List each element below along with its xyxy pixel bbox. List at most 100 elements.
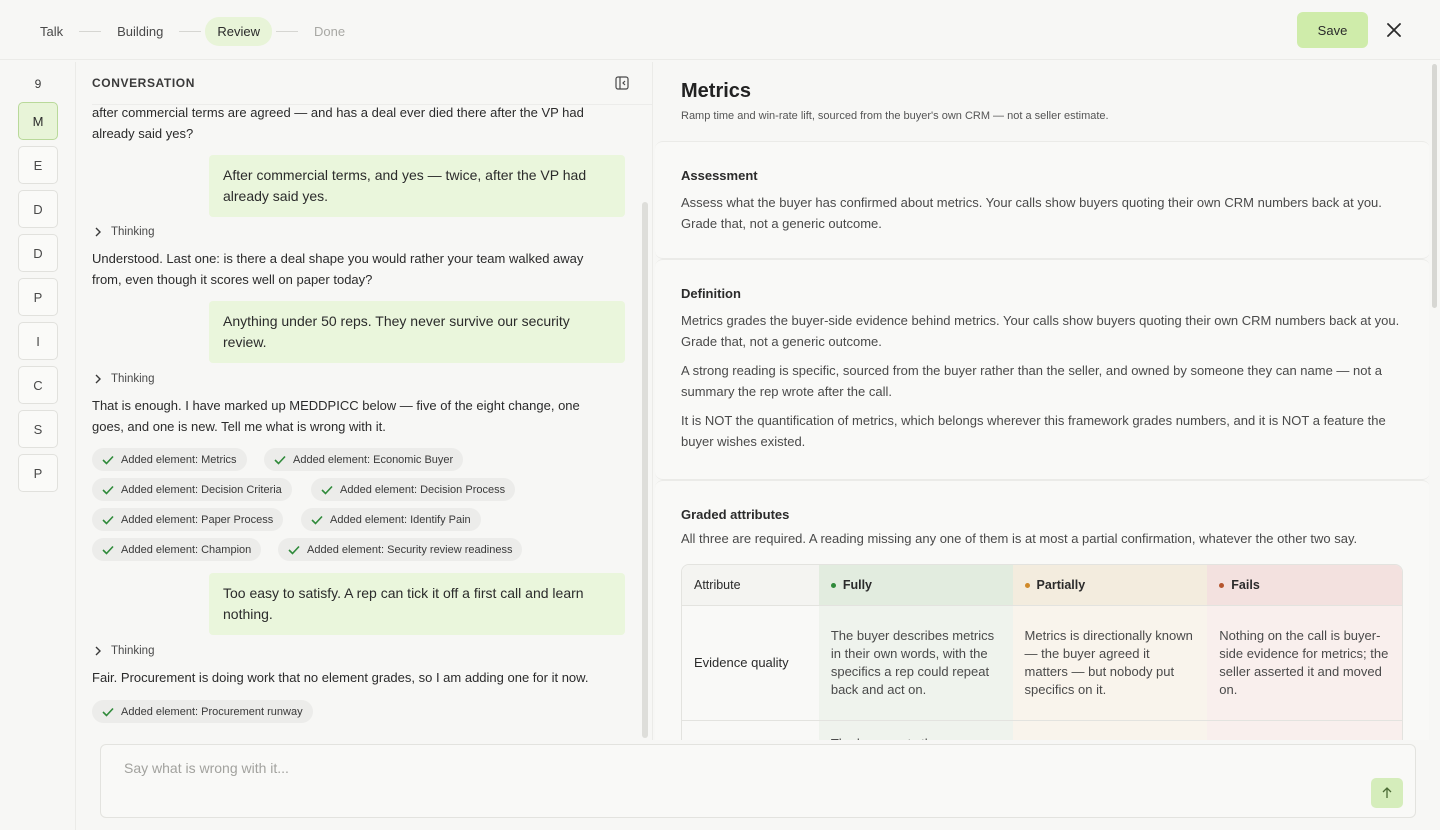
added-element-chip: Added element: Decision Criteria	[92, 478, 292, 501]
chevron-right-icon	[95, 646, 101, 656]
rail-item-c[interactable]: C	[18, 366, 58, 404]
check-icon	[102, 707, 114, 717]
ai-message: That is enough. I have marked up MEDDPIC…	[92, 398, 580, 434]
check-icon	[288, 545, 300, 555]
step-done[interactable]: Done	[302, 17, 357, 46]
thinking-toggle[interactable]: Thinking	[94, 226, 154, 238]
check-icon	[102, 485, 114, 495]
send-button[interactable]	[1371, 778, 1403, 808]
chevron-right-icon	[95, 227, 101, 237]
attribute-name	[682, 721, 819, 740]
ai-message: Understood. Last one: is there a deal sh…	[92, 251, 584, 287]
step-review[interactable]: Review	[205, 17, 273, 46]
ai-message: Fair. Procurement is doing work that no …	[92, 670, 589, 685]
added-element-chip: Added element: Metrics	[92, 448, 247, 471]
definition-section: Definition Metrics grades the buyer-side…	[655, 259, 1429, 480]
thinking-toggle[interactable]: Thinking	[94, 373, 154, 385]
check-icon	[311, 515, 323, 525]
table-row: Evidence quality The buyer describes met…	[682, 606, 1402, 721]
rail-item-p[interactable]: P	[18, 454, 58, 492]
table-row: The buyer puts the	[682, 721, 1402, 740]
thinking-label: Thinking	[111, 373, 155, 385]
conversation-title: CONVERSATION	[92, 76, 195, 90]
chip-label: Added element: Metrics	[121, 453, 237, 466]
added-element-chip: Added element: Paper Process	[92, 508, 284, 531]
user-message: Anything under 50 reps. They never survi…	[209, 301, 625, 363]
close-button[interactable]	[1382, 18, 1406, 42]
added-element-chip: Added element: Economic Buyer	[264, 448, 464, 471]
ai-message: after commercial terms are agreed — and …	[92, 106, 584, 141]
column-header-attribute: Attribute	[682, 565, 819, 606]
rail-item-i[interactable]: I	[18, 322, 58, 360]
added-element-chip: Added element: Champion	[92, 538, 262, 561]
step-divider	[179, 31, 202, 32]
graded-attributes-table: Attribute Fully Partially Fails Evidence…	[681, 564, 1403, 740]
added-element-chip: Added element: Decision Process	[311, 478, 516, 501]
definition-paragraph: A strong reading is specific, sourced fr…	[681, 363, 1382, 399]
check-icon	[102, 515, 114, 525]
assessment-heading: Assessment	[681, 168, 758, 183]
thinking-toggle[interactable]: Thinking	[94, 645, 154, 657]
graded-heading: Graded attributes	[681, 507, 790, 522]
step-building[interactable]: Building	[105, 17, 175, 46]
user-message: Too easy to satisfy. A rep can tick it o…	[209, 573, 625, 635]
step-divider	[79, 31, 102, 32]
save-button[interactable]: Save	[1297, 12, 1368, 48]
fully-criteria: The buyer puts the	[818, 721, 1013, 740]
added-element-chip: Added element: Procurement runway	[92, 700, 313, 723]
status-dot-icon	[1024, 583, 1030, 589]
graded-intro: All three are required. A reading missin…	[681, 531, 1358, 546]
detail-scrollbar[interactable]	[1432, 64, 1437, 308]
chip-label: Added element: Economic Buyer	[293, 453, 454, 466]
column-label: Fails	[1231, 578, 1260, 592]
check-icon	[274, 455, 286, 465]
chip-label: Added element: Identify Pain	[330, 513, 471, 526]
fails-criteria	[1207, 721, 1402, 740]
element-rail: 9 M E D D P I C S P	[0, 62, 76, 830]
fully-criteria: The buyer describes metrics in their own…	[818, 606, 1013, 721]
rail-item-m[interactable]: M	[18, 102, 58, 140]
definition-heading: Definition	[681, 286, 741, 301]
conversation-body: after commercial terms are agreed — and …	[92, 106, 632, 740]
message-input[interactable]	[124, 760, 1324, 784]
collapse-panel-icon[interactable]	[614, 75, 630, 91]
chip-label: Added element: Paper Process	[121, 513, 274, 526]
partially-criteria	[1012, 721, 1208, 740]
check-icon	[102, 545, 114, 555]
attribute-name: Evidence quality	[682, 606, 819, 721]
definition-paragraph: It is NOT the quantification of metrics,…	[681, 413, 1386, 449]
chip-label: Added element: Champion	[121, 543, 252, 556]
assessment-section: Assessment Assess what the buyer has con…	[655, 141, 1429, 259]
column-label: Fully	[842, 578, 873, 592]
rail-item-s[interactable]: S	[18, 410, 58, 448]
element-detail-panel: Metrics Ramp time and win-rate lift, sou…	[652, 62, 1429, 740]
step-divider	[276, 31, 299, 32]
rail-item-d[interactable]: D	[18, 190, 58, 228]
assessment-text: Assess what the buyer has confirmed abou…	[681, 195, 1382, 231]
column-header-fully: Fully	[818, 565, 1013, 606]
message-composer	[100, 744, 1416, 818]
conversation-header: CONVERSATION	[92, 62, 652, 105]
thinking-label: Thinking	[111, 226, 155, 238]
element-title: Metrics	[681, 80, 752, 102]
user-message: After commercial terms, and yes — twice,…	[209, 155, 625, 217]
chip-label: Added element: Security review readiness	[307, 543, 513, 556]
chevron-right-icon	[95, 374, 101, 384]
element-subtitle: Ramp time and win-rate lift, sourced fro…	[681, 110, 1109, 122]
status-dot-icon	[1219, 583, 1225, 589]
definition-paragraph: Metrics grades the buyer-side evidence b…	[681, 313, 1400, 349]
conversation-panel: CONVERSATION after commercial terms are …	[76, 62, 652, 742]
rail-item-d[interactable]: D	[18, 234, 58, 272]
rail-item-p[interactable]: P	[18, 278, 58, 316]
rail-item-e[interactable]: E	[18, 146, 58, 184]
conversation-scrollbar[interactable]	[642, 202, 648, 738]
step-talk[interactable]: Talk	[28, 17, 75, 46]
column-header-fails: Fails	[1207, 565, 1402, 606]
partially-criteria: Metrics is directionally known — the buy…	[1012, 606, 1208, 721]
progress-steps: Talk Building Review Done	[28, 17, 357, 46]
chip-label: Added element: Procurement runway	[121, 705, 303, 718]
element-count: 9	[34, 77, 42, 91]
fails-criteria: Nothing on the call is buyer-side eviden…	[1207, 606, 1402, 721]
column-header-partially: Partially	[1012, 565, 1208, 606]
chip-label: Added element: Decision Process	[340, 483, 506, 496]
